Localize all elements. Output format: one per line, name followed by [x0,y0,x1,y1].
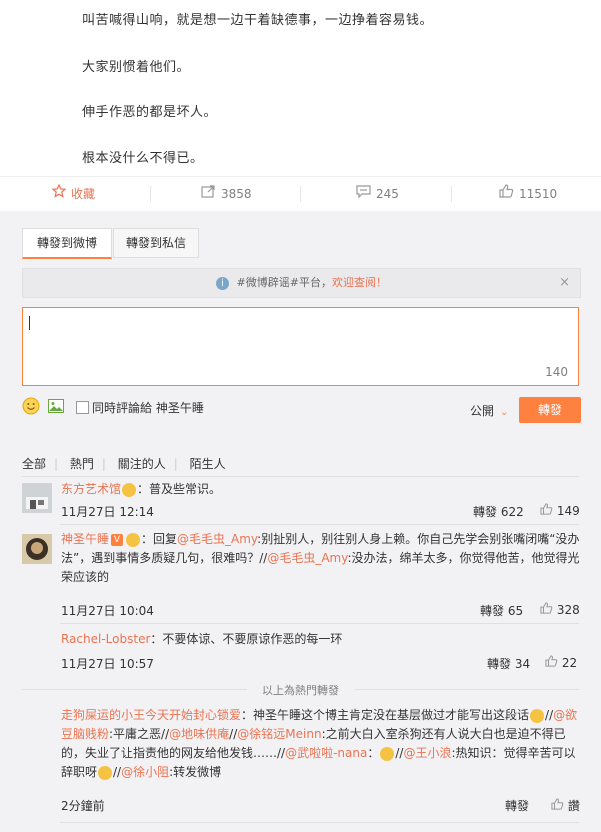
like-count: 11510 [519,187,558,201]
favorite-button[interactable]: 收藏 [51,177,96,211]
mention-link[interactable]: @毛毛虫_Amy [177,532,257,546]
post-paragraph: 根本没什么不得已。 [82,151,204,166]
close-icon[interactable]: × [559,269,570,297]
rumor-notice: i #微博辟谣#平台，欢迎查阅！ × [22,268,581,298]
repost-textarea[interactable]: 140 [22,307,579,386]
comment-icon [356,177,371,211]
favorite-label: 收藏 [71,187,96,201]
comment-like-button[interactable]: 328 [540,602,580,617]
tab-repost-to-weibo[interactable]: 轉發到微博 [22,228,112,259]
comment-repost-button[interactable]: 轉發 622 [473,503,524,520]
also-comment-label: 同時評論給 神圣午睡 [92,401,204,415]
badge-icon [126,532,141,547]
comment-text: // [545,708,554,722]
notice-text: #微博辟谣#平台， [236,276,332,289]
comment-body: 神圣午睡 V ：回复@毛毛虫_Amy:别扯别人，别往别人身上赖。你自己先学会别张嘴闭… [61,530,581,587]
comment-body: 东方艺术馆 ：普及些常识。 [61,480,221,499]
filter-all[interactable]: 全部 [22,457,46,471]
comment-time: 11月27日 10:57 [61,657,154,671]
tab-repost-to-private[interactable]: 轉發到私信 [113,228,199,258]
repost-icon [201,177,216,211]
post-action-bar: 收藏 3858 245 11510 [0,176,601,212]
emoji-icon [380,746,395,761]
thumbs-up-icon [540,602,553,617]
mention-link[interactable]: @王小浪 [403,746,451,760]
star-icon [51,177,67,211]
comment-repost-button[interactable]: 轉發 65 [480,602,523,619]
comment-user[interactable]: 走狗屎运的小王今天开始封心锁爱 [61,708,241,722]
comment-time: 11月27日 12:14 [61,505,154,519]
comment-text: :平庸之恶// [109,727,170,741]
chevron-down-icon: ⌄ [500,407,509,418]
comment-filter-bar: 全部 | 熱門 | 關注的人 | 陌生人 [22,457,226,471]
repost-count: 3858 [221,187,252,201]
mention-link[interactable]: @徐铭远Meinn [237,727,321,741]
like-label: 讚 [567,799,580,813]
verified-icon: V [111,533,124,546]
post-paragraph: 伸手作恶的都是坏人。 [82,105,218,120]
post-paragraph: 叫苦喊得山响，就是想一边干着缺德事，一边挣着容易钱。 [82,13,434,28]
like-count: 22 [561,656,578,670]
mention-link[interactable]: @地味供庵 [169,727,229,741]
text-caret [29,316,30,330]
like-button[interactable]: 11510 [499,177,557,211]
comment-user[interactable]: Rachel-Lobster [61,632,150,646]
comment-user[interactable]: 东方艺术馆 [61,482,121,496]
comment-button[interactable]: 245 [356,177,399,211]
comment-repost-button[interactable]: 轉發 34 [487,655,530,672]
notice-link[interactable]: 欢迎查阅！ [332,276,387,289]
comment-time: 2分鐘前 [61,799,105,813]
thumbs-up-icon [551,798,564,813]
char-count: 140 [545,365,568,379]
comment-text: ： [367,746,380,760]
avatar[interactable] [22,534,52,564]
comment-like-button[interactable]: 149 [540,503,580,518]
emoji-icon [98,765,113,780]
comment-body: Rachel-Lobster：不要体谅、不要原谅作恶的每一环 [61,630,342,649]
comment-user[interactable]: 神圣午睡 [61,532,109,546]
mention-link[interactable]: @武啦啦-nana [285,746,367,760]
filter-hot[interactable]: 熱門 [70,457,94,471]
comment-time: 11月27日 10:04 [61,604,154,618]
comment-text: // [113,765,122,779]
emoji-icon [530,708,545,723]
avatar[interactable] [22,483,52,513]
like-count: 149 [556,504,580,518]
post-paragraph: 大家别惯着他们。 [82,60,191,75]
thumbs-up-icon [540,503,553,518]
comment-like-button[interactable]: 讚 [551,797,580,814]
comment-repost-button[interactable]: 轉發 [505,797,529,814]
repost-button[interactable]: 3858 [201,177,252,211]
comment-body: 走狗屎运的小王今天开始封心锁爱：神圣午睡这个博主肯定没在基层做过才能写出这段话 /… [61,706,581,782]
comment-count: 245 [376,187,399,201]
comment-text: :转发微博 [169,765,222,779]
comment-text: ：神圣午睡这个博主肯定没在基层做过才能写出这段话 [241,708,530,722]
thumbs-up-icon [499,177,514,211]
thumbs-up-icon [545,655,558,670]
mention-link[interactable]: @毛毛虫_Amy [267,551,347,565]
comment-text: ：不要体谅、不要原谅作恶的每一环 [150,632,343,646]
visibility-select[interactable]: 公開 ⌄ [470,402,508,419]
repost-send-button[interactable]: 轉發 [519,397,581,423]
mention-link[interactable]: @徐小阻 [121,765,169,779]
comment-text: ：普及些常识。 [137,482,222,496]
badge-icon [122,482,137,497]
like-count: 328 [556,603,580,617]
filter-strangers[interactable]: 陌生人 [190,457,226,471]
image-icon[interactable] [48,399,64,413]
info-icon: i [216,276,230,290]
visibility-value: 公開 [470,404,495,418]
emoji-icon[interactable] [22,397,40,415]
comment-like-button[interactable]: 22 [545,655,577,670]
filter-following[interactable]: 關注的人 [118,457,166,471]
also-comment-checkbox[interactable] [76,401,89,414]
comment-text: ：回复 [141,532,178,546]
hot-reposts-divider: 以上為熱門轉發 [262,684,339,697]
